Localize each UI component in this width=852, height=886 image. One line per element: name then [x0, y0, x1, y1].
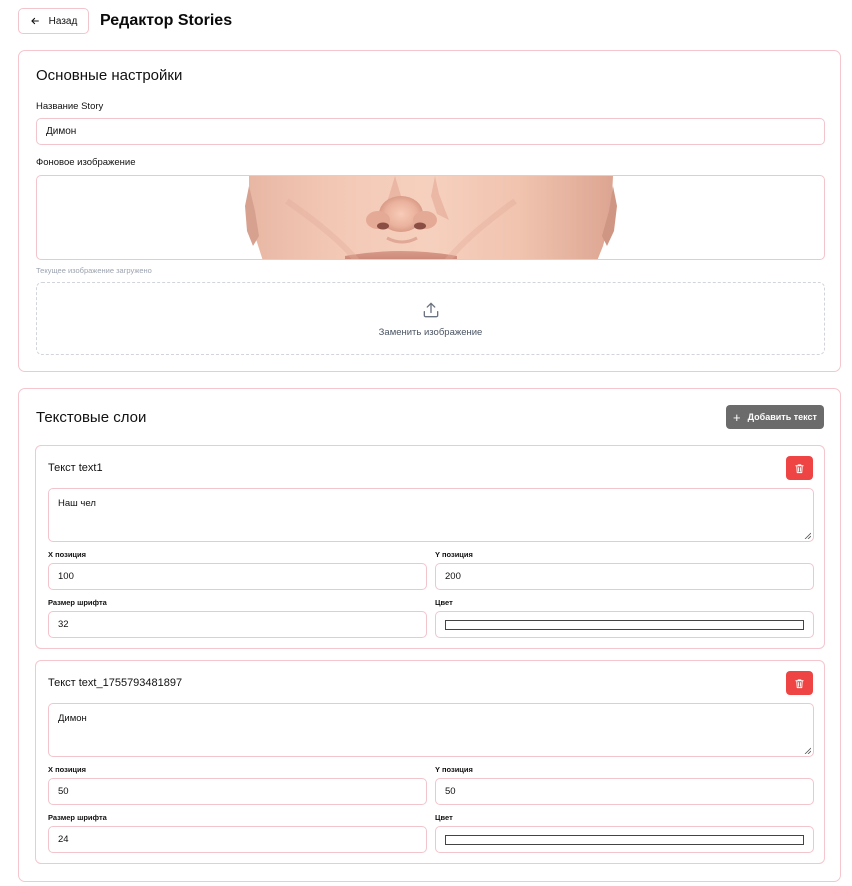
- basic-settings-heading: Основные настройки: [36, 67, 183, 84]
- trash-icon: [795, 678, 804, 688]
- story-name-input[interactable]: Димон: [36, 118, 825, 145]
- delete-layer-button[interactable]: [786, 456, 813, 480]
- face-photo: [245, 176, 617, 259]
- y-position-input[interactable]: 50: [435, 778, 814, 805]
- back-button[interactable]: Назад: [18, 8, 89, 34]
- color-label: Цвет: [435, 598, 453, 607]
- background-image-preview: [36, 175, 825, 260]
- font-size-input[interactable]: 32: [48, 611, 427, 638]
- text-layer-content-input[interactable]: Наш чел: [48, 488, 814, 542]
- x-position-label: X позиция: [48, 765, 87, 774]
- plus-icon: +: [733, 409, 741, 425]
- font-size-label: Размер шрифта: [48, 598, 107, 607]
- text-layer-title: Текст text_1755793481897: [48, 677, 183, 689]
- x-position-input[interactable]: 50: [48, 778, 427, 805]
- color-swatch: [445, 620, 804, 630]
- text-layer: Текст text1 Наш чел X позиция Y позиция …: [35, 445, 825, 649]
- x-position-label: X позиция: [48, 550, 87, 559]
- text-layer: Текст text_1755793481897 Димон X позиция…: [35, 660, 825, 864]
- resize-grip-icon[interactable]: [804, 747, 811, 754]
- y-position-label: Y позиция: [435, 550, 473, 559]
- replace-image-dropzone[interactable]: Заменить изображение: [36, 282, 825, 355]
- trash-icon: [795, 463, 804, 473]
- text-layer-content: Наш чел: [58, 498, 96, 509]
- font-size-input[interactable]: 24: [48, 826, 427, 853]
- story-name-label: Название Story: [36, 101, 104, 112]
- basic-settings-card: Основные настройки Название Story Димон …: [18, 50, 841, 372]
- text-layers-card: Текстовые слои + Добавить текст Текст te…: [18, 388, 841, 882]
- background-image-label: Фоновое изображение: [36, 157, 136, 168]
- text-layer-content: Димон: [58, 713, 87, 724]
- resize-grip-icon[interactable]: [804, 532, 811, 539]
- text-layers-heading: Текстовые слои: [36, 409, 147, 426]
- back-button-label: Назад: [48, 15, 78, 27]
- page-title: Редактор Stories: [100, 12, 233, 29]
- background-image-status: Текущее изображение загружено: [36, 266, 152, 275]
- color-label: Цвет: [435, 813, 453, 822]
- replace-image-label: Заменить изображение: [378, 326, 483, 338]
- add-text-label: Добавить текст: [747, 412, 817, 422]
- upload-icon: [423, 302, 438, 317]
- text-layer-title: Текст text1: [48, 462, 103, 474]
- color-swatch: [445, 835, 804, 845]
- y-position-label: Y позиция: [435, 765, 473, 774]
- y-position-input[interactable]: 200: [435, 563, 814, 590]
- text-layer-content-input[interactable]: Димон: [48, 703, 814, 757]
- top-bar: Назад Редактор Stories: [18, 8, 232, 34]
- delete-layer-button[interactable]: [786, 671, 813, 695]
- font-size-label: Размер шрифта: [48, 813, 107, 822]
- add-text-button[interactable]: + Добавить текст: [726, 405, 824, 429]
- color-picker[interactable]: [435, 826, 814, 853]
- arrow-left-icon: [31, 17, 39, 25]
- color-picker[interactable]: [435, 611, 814, 638]
- x-position-input[interactable]: 100: [48, 563, 427, 590]
